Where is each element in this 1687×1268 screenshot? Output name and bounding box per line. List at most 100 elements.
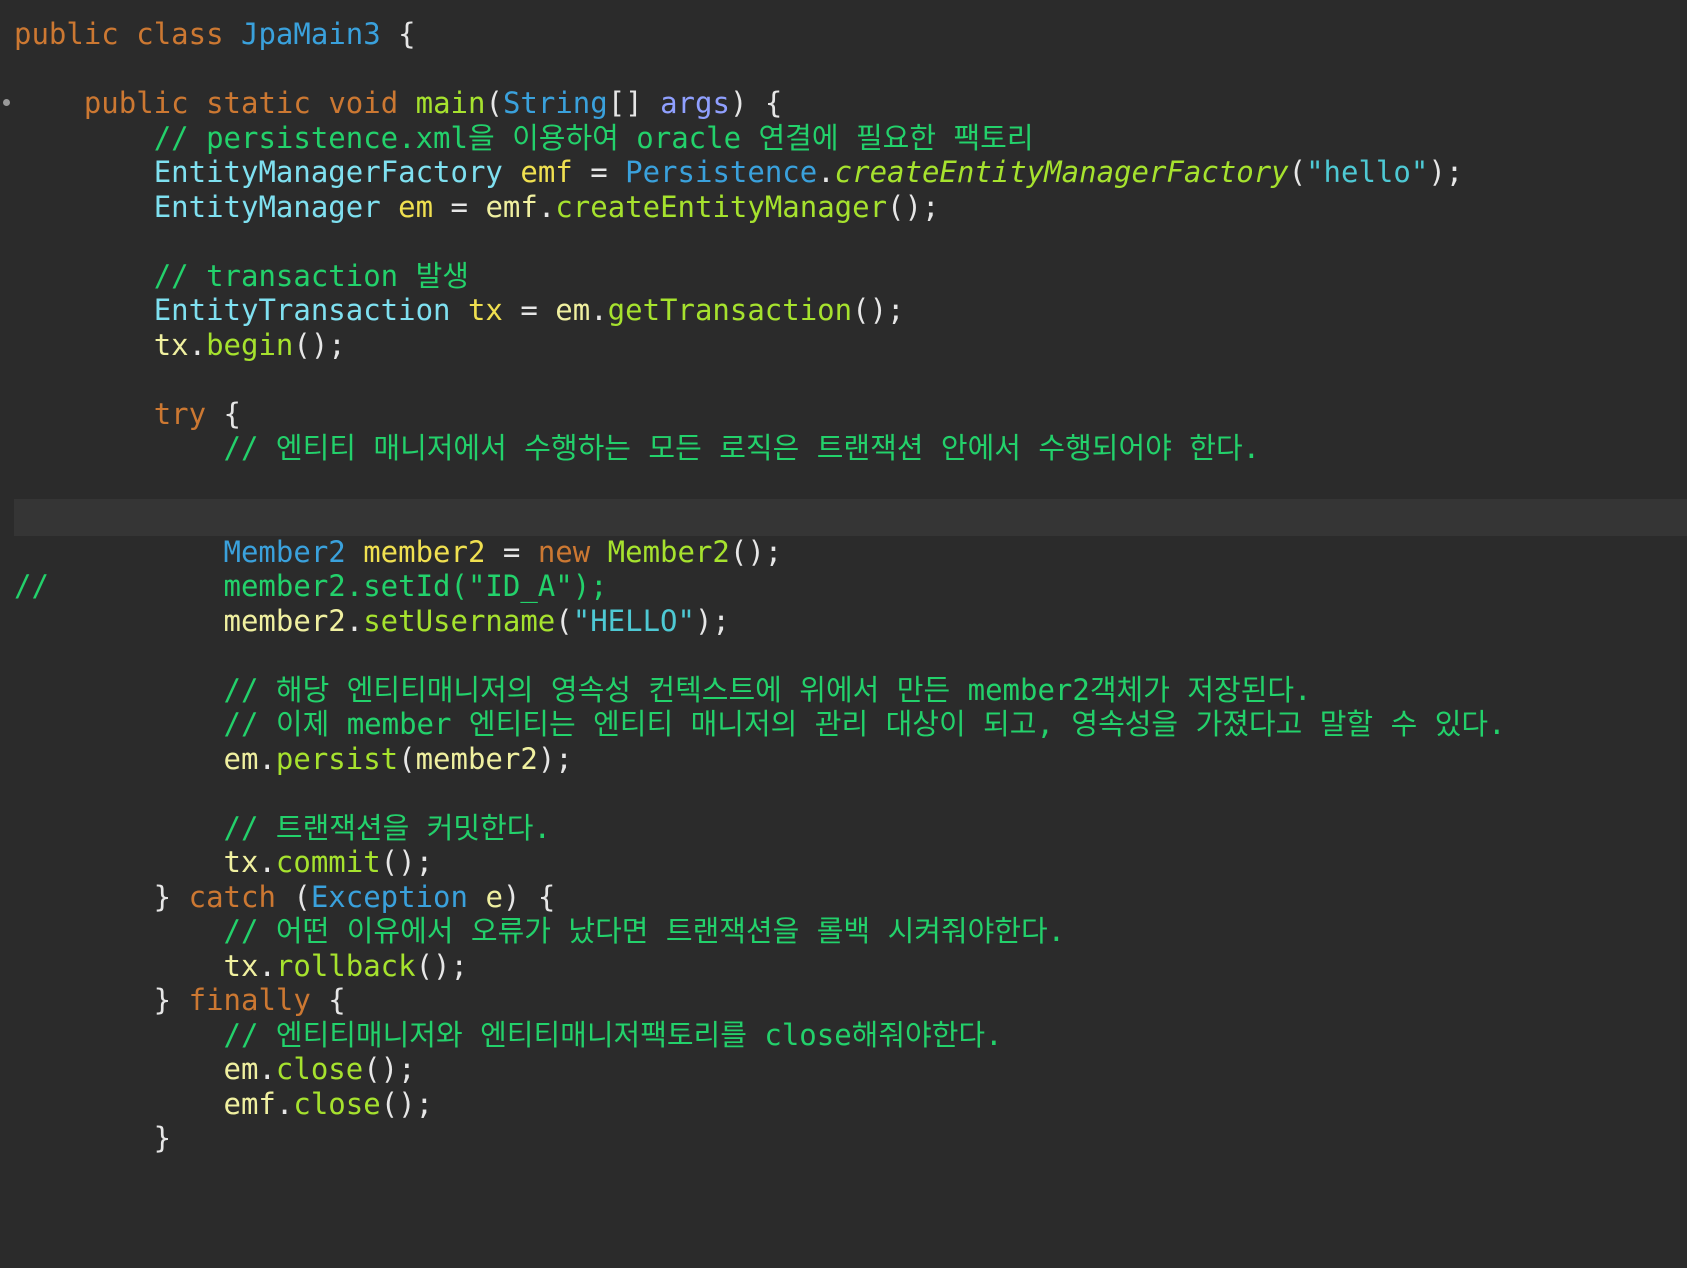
code-line[interactable]: } finally {: [0, 982, 1687, 1019]
code-line[interactable]: // persistence.xml을 이용하여 oracle 연결에 필요한 …: [0, 120, 1687, 157]
code-token: emf: [485, 190, 538, 224]
code-token: createEntityManagerFactory: [834, 155, 1289, 189]
code-line[interactable]: tx.begin();: [0, 327, 1687, 364]
code-token: public: [14, 17, 119, 51]
code-token: (: [1288, 155, 1307, 189]
code-line[interactable]: try {: [0, 396, 1687, 433]
code-token: emf: [223, 1087, 276, 1121]
code-token: member2: [223, 604, 346, 638]
code-token: .: [275, 1087, 294, 1121]
code-line[interactable]: // member2.setId("ID_A");: [0, 568, 1687, 605]
code-line[interactable]: } catch (Exception e) {: [0, 879, 1687, 916]
code-token: {: [206, 397, 241, 431]
code-token: .: [537, 190, 556, 224]
code-token: ();: [852, 293, 905, 327]
code-line[interactable]: // 엔티티 매니저에서 수행하는 모든 로직은 트랜잭션 안에서 수행되어야 …: [0, 430, 1687, 467]
code-line[interactable]: Member2 member2 = new Member2();: [0, 534, 1687, 571]
line-text: } catch (Exception e) {: [14, 879, 556, 916]
code-token: public: [83, 86, 189, 120]
code-token: try: [153, 397, 207, 431]
code-editor[interactable]: public class JpaMain3 { public static vo…: [0, 0, 1687, 1268]
code-line[interactable]: // 트랜잭션을 커밋한다.: [0, 810, 1687, 847]
code-token: );: [1428, 155, 1464, 189]
code-token: }: [14, 1121, 172, 1155]
code-line[interactable]: // transaction 발생: [0, 258, 1687, 295]
code-line[interactable]: [0, 223, 1687, 260]
code-token: Persistence: [625, 155, 818, 189]
code-line[interactable]: public static void main(String[] args) {: [0, 85, 1687, 122]
code-token: // 엔티티 매니저에서 수행하는 모든 로직은 트랜잭션 안에서 수행되어야 …: [223, 431, 1261, 465]
code-line[interactable]: [0, 637, 1687, 674]
code-line[interactable]: EntityManager em = emf.createEntityManag…: [0, 189, 1687, 226]
code-token: emf: [520, 155, 573, 189]
code-line[interactable]: public class JpaMain3 {: [0, 16, 1687, 53]
code-token: Exception: [310, 880, 468, 914]
code-token: // 이제 member 엔티티는 엔티티 매니저의 관리 대상이 되고, 영속…: [223, 707, 1506, 741]
line-text: em.persist(member2);: [14, 741, 573, 778]
current-line[interactable]: [0, 499, 1687, 536]
code-line[interactable]: // 이제 member 엔티티는 엔티티 매니저의 관리 대상이 되고, 영속…: [0, 706, 1687, 743]
code-token: =: [433, 190, 486, 224]
line-text: // 엔티티 매니저에서 수행하는 모든 로직은 트랜잭션 안에서 수행되어야 …: [14, 430, 1261, 467]
code-line[interactable]: tx.rollback();: [0, 948, 1687, 985]
code-token: ) {: [729, 86, 783, 120]
line-text: public static void main(String[] args) {: [14, 85, 782, 122]
line-text: member2.setUsername("HELLO");: [14, 603, 730, 640]
code-token: );: [694, 604, 730, 638]
code-token: .: [345, 604, 364, 638]
code-token: (: [275, 880, 311, 914]
code-token: static: [206, 86, 311, 120]
code-token: main: [415, 86, 486, 120]
line-text: EntityTransaction tx = em.getTransaction…: [14, 292, 905, 329]
code-token: "hello": [1306, 155, 1429, 189]
code-line[interactable]: emf.close();: [0, 1086, 1687, 1123]
code-token: close: [275, 1052, 364, 1086]
code-line[interactable]: // 해당 엔티티매니저의 영속성 컨텍스트에 위에서 만든 member2객체…: [0, 672, 1687, 709]
code-token: rollback: [275, 949, 416, 983]
code-line[interactable]: em.close();: [0, 1051, 1687, 1088]
code-token: .: [590, 293, 608, 327]
code-token: (: [398, 742, 416, 776]
line-text: } finally {: [14, 982, 346, 1019]
line-text: EntityManagerFactory emf = Persistence.c…: [14, 154, 1464, 191]
code-token: close: [293, 1087, 381, 1121]
code-line[interactable]: [0, 51, 1687, 88]
code-line[interactable]: tx.commit();: [0, 844, 1687, 881]
code-line[interactable]: // 엔티티매니저와 엔티티매니저팩토리를 close해줘야한다.: [0, 1017, 1687, 1054]
code-line[interactable]: EntityTransaction tx = em.getTransaction…: [0, 292, 1687, 329]
code-line[interactable]: // 어떤 이유에서 오류가 났다면 트랜잭션을 롤백 시켜줘야한다.: [0, 913, 1687, 950]
code-token: ();: [293, 328, 346, 362]
code-line[interactable]: [0, 775, 1687, 812]
code-token: =: [502, 293, 556, 327]
code-line[interactable]: member2.setUsername("HELLO");: [0, 603, 1687, 640]
code-token: tx: [223, 949, 259, 983]
code-token: String: [502, 86, 608, 120]
code-line[interactable]: EntityManagerFactory emf = Persistence.c…: [0, 154, 1687, 191]
code-line[interactable]: em.persist(member2);: [0, 741, 1687, 778]
code-token: em: [223, 742, 259, 776]
code-token: ) {: [502, 880, 556, 914]
code-token: (: [555, 604, 573, 638]
code-token: .: [258, 1052, 276, 1086]
line-text: // transaction 발생: [14, 258, 469, 295]
code-line[interactable]: [0, 361, 1687, 398]
line-text: EntityManager em = emf.createEntityManag…: [14, 189, 940, 226]
code-token: getTransaction: [607, 293, 853, 327]
code-token: .: [258, 742, 276, 776]
code-line[interactable]: [0, 465, 1687, 502]
code-token: ();: [380, 845, 434, 879]
code-token: =: [485, 535, 538, 569]
line-text: // 이제 member 엔티티는 엔티티 매니저의 관리 대상이 되고, 영속…: [14, 706, 1506, 743]
code-line[interactable]: }: [0, 1120, 1687, 1157]
code-token: }: [14, 983, 189, 1017]
